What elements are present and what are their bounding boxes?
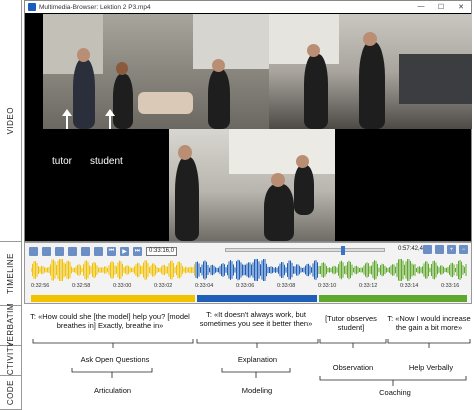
activity-label-3: Observation <box>332 363 374 372</box>
verbatim-bracket-2 <box>196 339 319 348</box>
code-label-3: Coaching <box>379 388 411 397</box>
verbatim-bracket-4 <box>387 339 471 348</box>
activity-bracket-1 <box>71 368 153 378</box>
bracket-lines <box>32 339 471 386</box>
verbatim-bracket-3 <box>319 339 387 348</box>
activity-label-1: Ask Open Questions <box>80 355 150 364</box>
activity-label-2: Explanation <box>237 355 278 364</box>
activity-bracket-3 <box>319 376 467 386</box>
code-label-1: Articulation <box>93 386 132 395</box>
activity-bracket-2 <box>221 368 291 378</box>
activity-label-4: Help Verbally <box>408 363 454 372</box>
code-label-2: Modeling <box>241 386 273 395</box>
verbatim-bracket-1 <box>32 339 194 348</box>
